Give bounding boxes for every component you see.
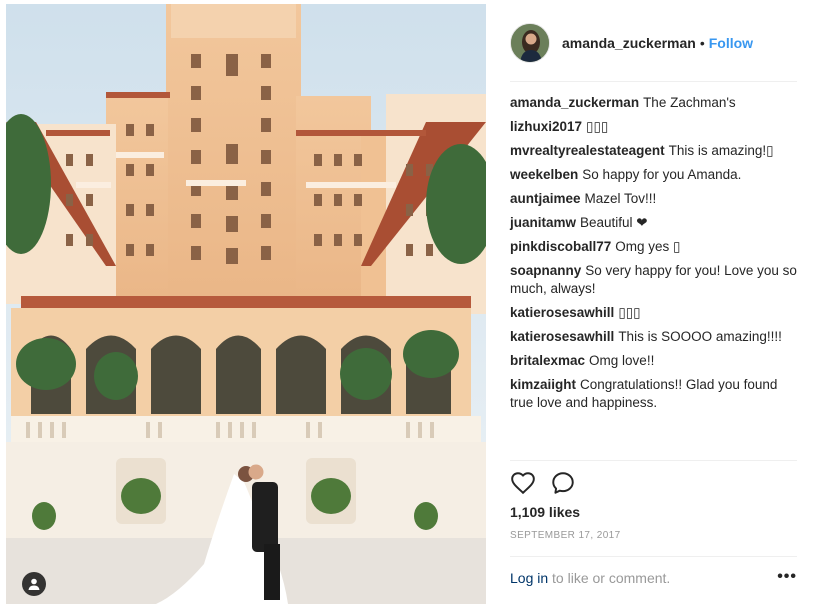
comment-item: auntjaimee Mazel Tov!!! (510, 190, 800, 208)
post-sidebar: amanda_zuckerman • Follow amanda_zuckerm… (486, 4, 821, 604)
comment-username[interactable]: kimzaiight (510, 377, 576, 392)
comment-text: This is SOOOO amazing!!!! (618, 329, 782, 344)
comment-username[interactable]: lizhuxi2017 (510, 119, 582, 134)
login-prompt: Log in to like or comment. ••• (510, 568, 797, 586)
wedding-photo-illustration (6, 4, 486, 604)
more-options-button[interactable]: ••• (777, 568, 797, 586)
header-divider (510, 81, 797, 82)
comment-item: pinkdiscoball77 Omg yes ▯ (510, 238, 800, 256)
comment-item: kimzaiight Congratulations!! Glad you fou… (510, 376, 800, 412)
comment-item: amanda_zuckerman The Zachman's (510, 94, 800, 112)
comment-text: So happy for you Amanda. (582, 167, 742, 182)
comment-item: weekelben So happy for you Amanda. (510, 166, 800, 184)
comment-username[interactable]: amanda_zuckerman (510, 95, 639, 110)
header-username[interactable]: amanda_zuckerman (562, 35, 696, 51)
comment-item: soapnanny So very happy for you! Love you… (510, 262, 800, 298)
comment-item: lizhuxi2017 ▯▯▯ (510, 118, 800, 136)
avatar-image (511, 24, 549, 62)
footer-divider (510, 556, 797, 557)
comment-text: The Zachman's (643, 95, 736, 110)
avatar[interactable] (510, 23, 550, 63)
comment-username[interactable]: weekelben (510, 167, 578, 182)
follow-button[interactable]: Follow (709, 35, 753, 51)
post-header: amanda_zuckerman • Follow (510, 22, 753, 64)
comment-item: katierosesawhill ▯▯▯ (510, 304, 800, 322)
header-separator: • (699, 35, 705, 51)
comment-username[interactable]: mvrealtyrealestateagent (510, 143, 665, 158)
action-bar (510, 470, 590, 496)
like-count[interactable]: 1,109 likes (510, 504, 580, 520)
comment-username[interactable]: katierosesawhill (510, 329, 614, 344)
comment-username[interactable]: auntjaimee (510, 191, 581, 206)
user-tag-button[interactable] (22, 572, 46, 596)
post-date: SEPTEMBER 17, 2017 (510, 530, 621, 541)
comment-username[interactable]: soapnanny (510, 263, 581, 278)
comment-text: Omg yes ▯ (615, 239, 681, 254)
comment-item: mvrealtyrealestateagent This is amazing!▯ (510, 142, 800, 160)
comment-username[interactable]: juanitamw (510, 215, 576, 230)
comment-list: amanda_zuckerman The Zachman's lizhuxi201… (510, 94, 800, 418)
post-photo[interactable] (6, 4, 486, 604)
comment-username[interactable]: pinkdiscoball77 (510, 239, 611, 254)
actions-divider (510, 460, 797, 461)
comment-item: juanitamw Beautiful ❤ (510, 214, 800, 232)
comment-username[interactable]: katierosesawhill (510, 305, 614, 320)
instagram-post-view: amanda_zuckerman • Follow amanda_zuckerm… (0, 0, 821, 604)
comment-icon[interactable] (550, 470, 576, 496)
comment-item: britalexmac Omg love!! (510, 352, 800, 370)
login-link[interactable]: Log in (510, 570, 548, 586)
comment-text: This is amazing!▯ (668, 143, 774, 158)
comment-item: katierosesawhill This is SOOOO amazing!!!… (510, 328, 800, 346)
comment-username[interactable]: britalexmac (510, 353, 585, 368)
comment-text: ▯▯▯ (586, 119, 609, 134)
comment-text: Beautiful ❤ (580, 215, 648, 230)
user-tag-icon (28, 578, 40, 590)
heart-icon[interactable] (510, 470, 536, 496)
comment-text: Omg love!! (589, 353, 655, 368)
login-prompt-text: to like or comment. (548, 570, 671, 586)
comment-text: ▯▯▯ (618, 305, 641, 320)
comment-text: Mazel Tov!!! (584, 191, 657, 206)
